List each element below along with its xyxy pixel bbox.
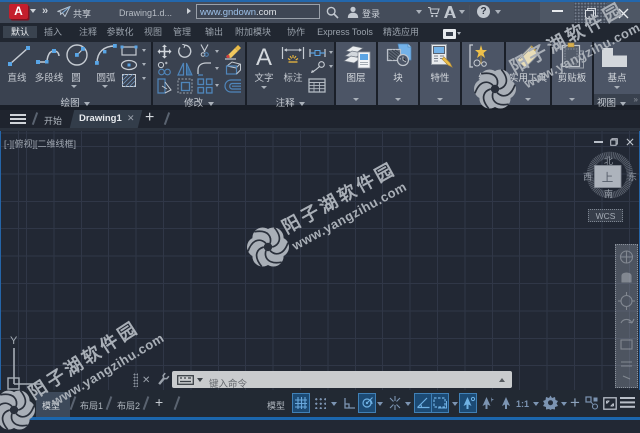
svg-text:Y: Y xyxy=(10,335,18,347)
svg-text:上: 上 xyxy=(602,172,614,185)
